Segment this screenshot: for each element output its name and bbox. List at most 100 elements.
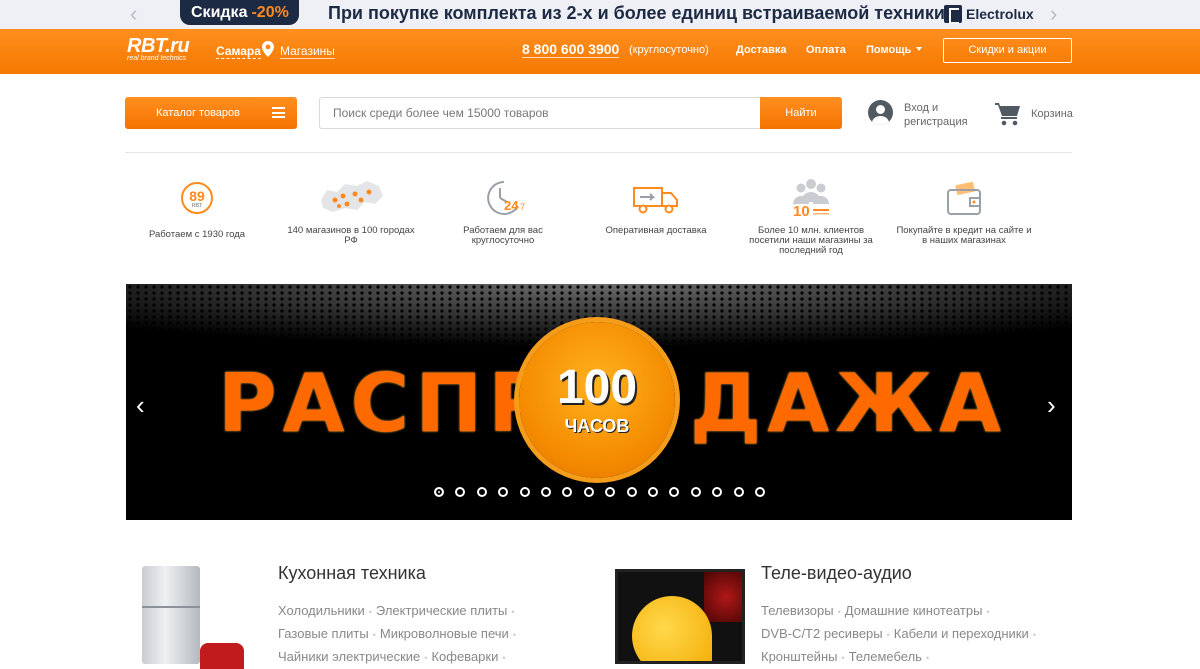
- category-link-row: Телевизоры • Домашние кинотеатры •: [761, 600, 1061, 623]
- nav-help-label: Помощь: [866, 44, 912, 56]
- clock-24-7-icon: 24 7: [433, 178, 573, 220]
- catalog-button[interactable]: Каталог товаров: [125, 97, 297, 129]
- category-link[interactable]: Электрические плиты: [376, 603, 508, 618]
- slider-dot[interactable]: [690, 487, 701, 497]
- catalog-button-label: Каталог товаров: [156, 107, 240, 119]
- brand-name: Electrolux: [966, 6, 1034, 22]
- feature-text: Работаем для вас круглосуточно: [463, 225, 543, 246]
- shopping-cart-icon[interactable]: [995, 102, 1021, 126]
- top-header: RBT.ru real brand technics Самара Магази…: [0, 29, 1200, 74]
- feature-item: 10 Более 10 млн. клиентов посетили наши …: [741, 178, 881, 256]
- feature-item: 24 7 Работаем для вас круглосуточно: [433, 178, 573, 246]
- promo-text[interactable]: При покупке комплекта из 2-х и более еди…: [328, 3, 945, 24]
- nav-help[interactable]: Помощь: [866, 44, 923, 56]
- wallet-icon: [894, 178, 1034, 220]
- category-link[interactable]: Холодильники: [278, 603, 365, 618]
- promo-next-arrow-icon[interactable]: ›: [1050, 3, 1057, 25]
- banner-100-hours-badge: 100 ЧАСОВ: [519, 322, 675, 478]
- discount-badge-label: Скидка: [191, 4, 248, 21]
- category-link[interactable]: Кабели и переходники: [894, 626, 1029, 641]
- nav-payment[interactable]: Оплата: [806, 44, 846, 56]
- category-links-tv: Телевизоры • Домашние кинотеатры • DVB-C/T2 …: [761, 600, 1061, 669]
- kettle-image[interactable]: [200, 643, 244, 669]
- divider: [125, 152, 1072, 153]
- banner-next-arrow-icon[interactable]: ›: [1047, 390, 1056, 421]
- feature-item: Покупайте в кредит на сайте и в наших ма…: [894, 178, 1034, 246]
- category-link[interactable]: DVB-C/T2 ресиверы: [761, 626, 883, 641]
- category-link-row: Газовые плиты • Микроволновые печи •: [278, 623, 578, 646]
- category-link[interactable]: Кронштейны: [761, 649, 837, 664]
- 89-years-badge-icon: 89 RBT: [127, 182, 267, 224]
- nav-delivery[interactable]: Доставка: [736, 44, 787, 56]
- fridge-image[interactable]: [142, 566, 200, 664]
- category-link[interactable]: Телевизоры: [761, 603, 834, 618]
- feature-item: 89 RBT Работаем с 1930 года: [127, 178, 267, 240]
- slider-dot[interactable]: [583, 487, 594, 497]
- banner-prev-arrow-icon[interactable]: ‹: [136, 390, 145, 421]
- site-logo[interactable]: RBT.ru real brand technics: [127, 35, 190, 62]
- category-link[interactable]: Телемебель: [849, 649, 922, 664]
- discount-badge-percent: -20%: [251, 4, 289, 21]
- chevron-down-icon: [916, 47, 923, 51]
- category-link[interactable]: Чайники электрические: [278, 649, 420, 664]
- feature-text: Оперативная доставка: [605, 225, 707, 236]
- feature-text: 140 магазинов в 100 городах РФ: [287, 225, 415, 246]
- banner-word-left: РАСПР: [218, 357, 553, 450]
- search-button[interactable]: Найти: [760, 97, 842, 129]
- slider-dot[interactable]: [733, 487, 744, 497]
- clock-sub: 7: [520, 202, 525, 212]
- category-links-kitchen: Холодильники • Электрические плиты • Газовые…: [278, 600, 578, 669]
- slider-dot[interactable]: [626, 487, 637, 497]
- banner-word-right: ДАЖА: [690, 357, 1008, 450]
- slider-dot[interactable]: [476, 487, 487, 497]
- features-row: 89 RBT Работаем с 1930 года 140 магазинов…: [125, 178, 1072, 268]
- category-link[interactable]: Домашние кинотеатры: [845, 603, 983, 618]
- years-badge: 89 RBT: [181, 182, 213, 214]
- promo-prev-arrow-icon[interactable]: ‹: [130, 3, 137, 25]
- feature-text: Покупайте в кредит на сайте и в наших ма…: [896, 225, 1032, 246]
- separator-icon: •: [925, 653, 930, 663]
- cart-link[interactable]: Корзина: [1031, 108, 1073, 120]
- feature-text: Более 10 млн. клиентов посетили наши маг…: [749, 225, 873, 256]
- banner-unit: ЧАСОВ: [564, 416, 630, 436]
- phone-note: (круглосуточно): [629, 44, 709, 56]
- user-avatar-icon[interactable]: [868, 100, 893, 125]
- tv-image[interactable]: [615, 569, 745, 664]
- clock-label: 24: [504, 198, 519, 213]
- feature-item: Оперативная доставка: [586, 178, 726, 236]
- separator-icon: •: [986, 607, 990, 617]
- map-pin-icon: [262, 41, 274, 57]
- category-link[interactable]: Газовые плиты: [278, 626, 369, 641]
- phone-number[interactable]: 8 800 600 3900: [522, 41, 620, 58]
- separator-icon: •: [841, 653, 845, 663]
- slider-dot[interactable]: [519, 487, 530, 497]
- delivery-truck-icon: [586, 178, 726, 220]
- category-title-kitchen[interactable]: Кухонная техника: [278, 563, 426, 584]
- slider-dot[interactable]: [755, 487, 765, 497]
- russia-map-icon: [281, 178, 421, 220]
- category-title-tv[interactable]: Теле-видео-аудио: [761, 563, 912, 584]
- banner-number: 100: [556, 361, 638, 414]
- electrolux-icon: [944, 5, 962, 24]
- category-link[interactable]: Микроволновые печи: [380, 626, 509, 641]
- promo-strip[interactable]: ‹ Скидка -20% При покупке комплекта из 2-…: [0, 0, 1200, 29]
- separator-icon: •: [1032, 630, 1036, 640]
- separator-icon: •: [512, 630, 516, 640]
- category-link-row: Чайники электрические • Кофеварки •: [278, 646, 578, 669]
- separator-icon: •: [837, 607, 841, 617]
- slider-dot[interactable]: [541, 487, 551, 497]
- login-link[interactable]: Вход и регистрация: [904, 101, 979, 129]
- hamburger-menu-icon: [272, 107, 285, 118]
- discounts-button[interactable]: Скидки и акции: [943, 38, 1072, 63]
- separator-icon: •: [511, 607, 515, 617]
- stores-link[interactable]: Магазины: [280, 44, 335, 59]
- city-selector[interactable]: Самара: [216, 44, 261, 59]
- category-link-row: Кронштейны • Телемебель •: [761, 646, 1061, 669]
- separator-icon: •: [502, 653, 506, 663]
- category-link[interactable]: Кофеварки: [431, 649, 498, 664]
- slider-dot[interactable]: [434, 487, 444, 497]
- slider-dot[interactable]: [648, 487, 658, 497]
- search-input[interactable]: [319, 97, 762, 129]
- years-badge-number: 89: [189, 188, 205, 204]
- separator-icon: •: [372, 630, 376, 640]
